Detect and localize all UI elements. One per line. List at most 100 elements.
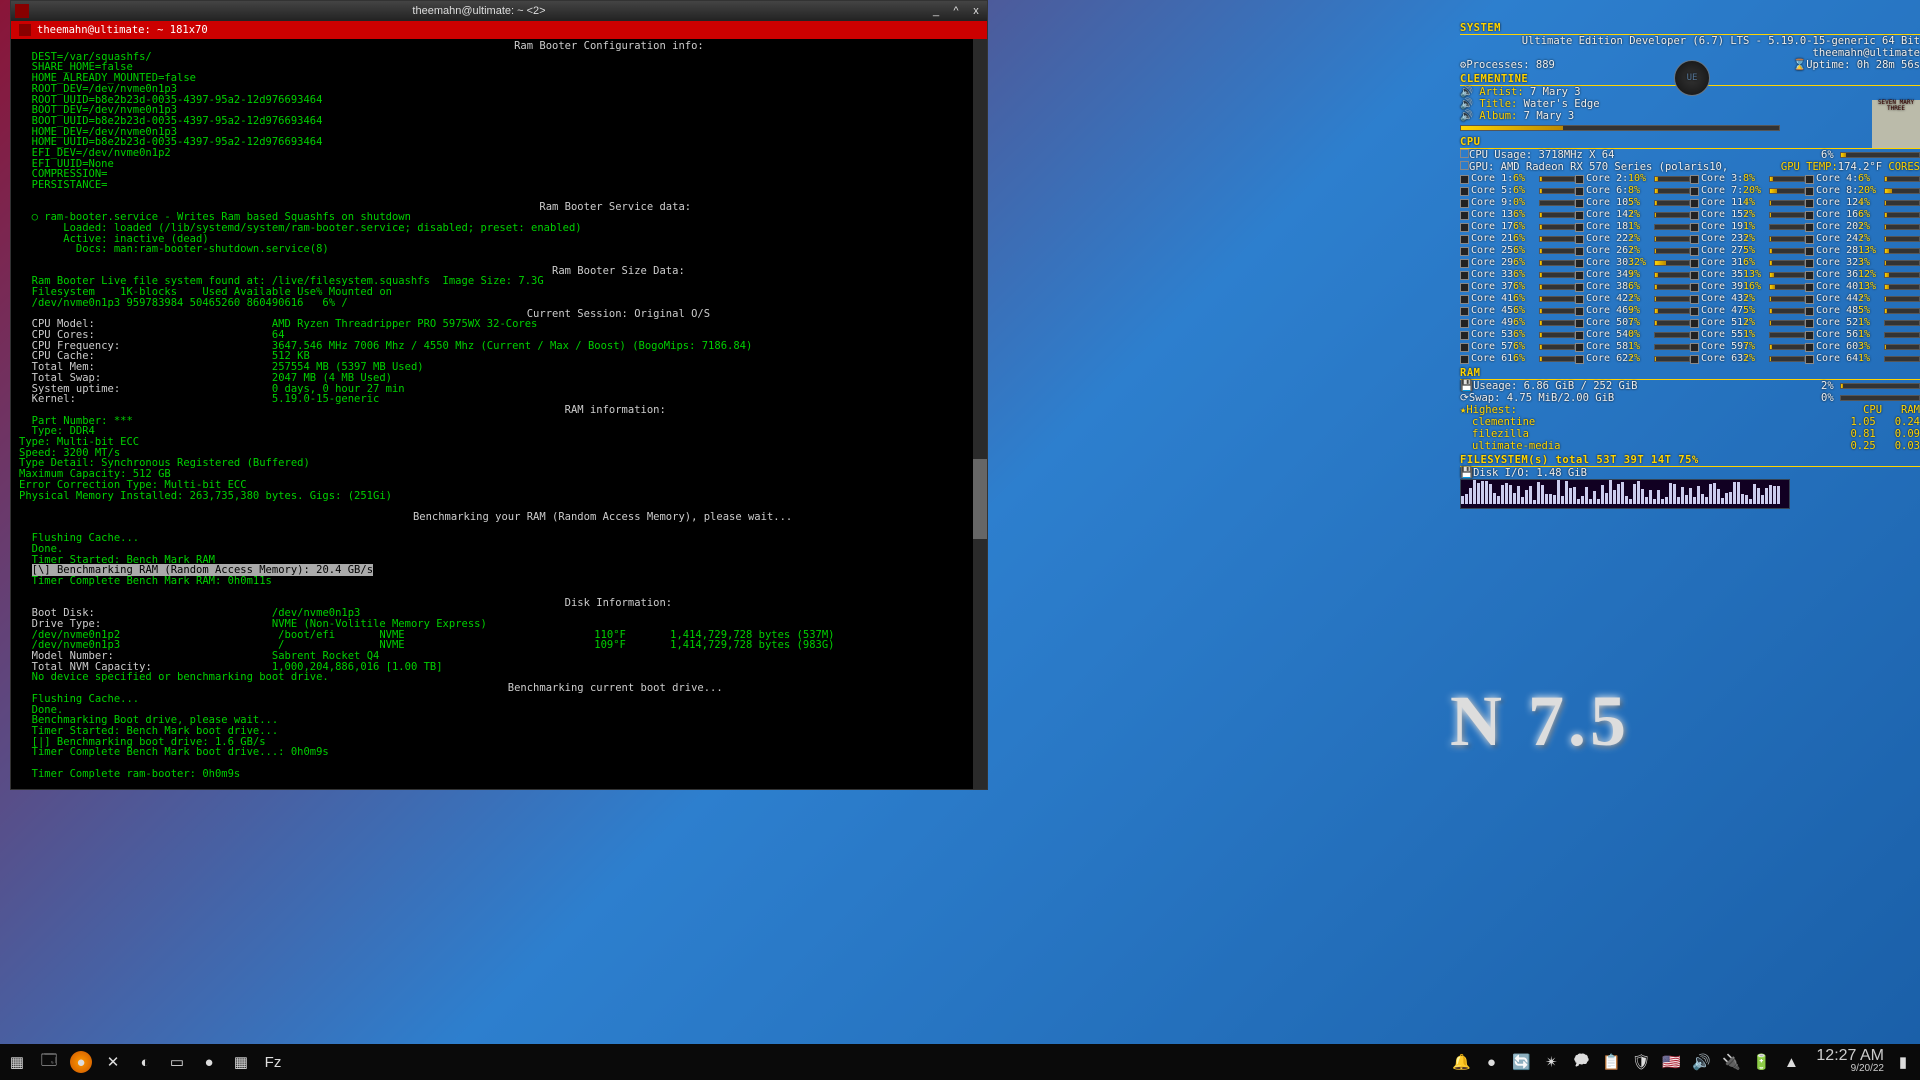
checkbox-icon[interactable] bbox=[1460, 319, 1469, 328]
checkbox-icon[interactable] bbox=[1805, 319, 1814, 328]
core-item: Core 58:1% bbox=[1575, 341, 1690, 353]
checkbox-icon[interactable] bbox=[1460, 307, 1469, 316]
checkbox-icon[interactable] bbox=[1690, 331, 1699, 340]
checkbox-icon[interactable] bbox=[1805, 223, 1814, 232]
power-icon[interactable]: 🔌 bbox=[1720, 1051, 1742, 1073]
checkbox-icon[interactable] bbox=[1690, 307, 1699, 316]
checkbox-icon[interactable] bbox=[1690, 319, 1699, 328]
volume-icon[interactable]: 🔊 bbox=[1690, 1051, 1712, 1073]
checkbox-icon[interactable] bbox=[1690, 223, 1699, 232]
checkbox-icon[interactable] bbox=[1805, 343, 1814, 352]
show-desktop-button[interactable]: ▮ bbox=[1892, 1051, 1914, 1073]
checkbox-icon[interactable] bbox=[1460, 187, 1469, 196]
checkbox-icon[interactable] bbox=[1460, 355, 1469, 364]
terminal-tab-bar[interactable]: theemahn@ultimate: ~ 181x70 bbox=[11, 21, 987, 39]
scrollbar-thumb[interactable] bbox=[973, 459, 987, 539]
checkbox-icon[interactable] bbox=[1805, 307, 1814, 316]
checkbox-icon[interactable] bbox=[1805, 283, 1814, 292]
checkbox-icon[interactable] bbox=[1690, 259, 1699, 268]
checkbox-icon[interactable] bbox=[1805, 175, 1814, 184]
filezilla-icon[interactable]: Fz bbox=[262, 1051, 284, 1073]
close-icon[interactable]: x bbox=[969, 5, 983, 17]
widget-icon[interactable]: ✴ bbox=[1540, 1051, 1562, 1073]
checkbox-icon[interactable] bbox=[1460, 161, 1469, 170]
checkbox-icon[interactable] bbox=[1575, 319, 1584, 328]
checkbox-icon[interactable] bbox=[1690, 235, 1699, 244]
checkbox-icon[interactable] bbox=[1690, 211, 1699, 220]
checkbox-icon[interactable] bbox=[1805, 247, 1814, 256]
terminal-scrollbar[interactable] bbox=[973, 39, 987, 789]
checkbox-icon[interactable] bbox=[1575, 283, 1584, 292]
clipboard-icon[interactable]: 📋 bbox=[1600, 1051, 1622, 1073]
checkbox-icon[interactable] bbox=[1575, 295, 1584, 304]
checkbox-icon[interactable] bbox=[1575, 259, 1584, 268]
show-desktop-icon[interactable]: ▲ bbox=[1780, 1051, 1802, 1073]
checkbox-icon[interactable] bbox=[1805, 331, 1814, 340]
checkbox-icon[interactable] bbox=[1460, 271, 1469, 280]
settings-icon[interactable]: ✕ bbox=[102, 1051, 124, 1073]
checkbox-icon[interactable] bbox=[1805, 355, 1814, 364]
checkbox-icon[interactable] bbox=[1575, 355, 1584, 364]
checkbox-icon[interactable] bbox=[1690, 187, 1699, 196]
core-item: Core 32:3% bbox=[1805, 257, 1920, 269]
clock[interactable]: 12:27 AM9/20/22 bbox=[1816, 1049, 1884, 1075]
checkbox-icon[interactable] bbox=[1575, 247, 1584, 256]
checkbox-icon[interactable] bbox=[1460, 211, 1469, 220]
terminal-output[interactable]: Ram Booter Configuration info: DEST=/var… bbox=[11, 39, 987, 789]
checkbox-icon[interactable] bbox=[1690, 247, 1699, 256]
checkbox-icon[interactable] bbox=[1575, 175, 1584, 184]
maximize-icon[interactable]: ^ bbox=[949, 5, 963, 17]
checkbox-icon[interactable] bbox=[1575, 343, 1584, 352]
checkbox-icon[interactable] bbox=[1575, 271, 1584, 280]
checkbox-icon[interactable] bbox=[1460, 331, 1469, 340]
chrome-icon[interactable]: ● bbox=[198, 1051, 220, 1073]
checkbox-icon[interactable] bbox=[1690, 283, 1699, 292]
shield-icon[interactable]: 🛡 bbox=[1630, 1051, 1652, 1073]
checkbox-icon[interactable] bbox=[1575, 235, 1584, 244]
checkbox-icon[interactable] bbox=[1805, 199, 1814, 208]
checkbox-icon[interactable] bbox=[1460, 259, 1469, 268]
checkbox-icon[interactable] bbox=[1460, 247, 1469, 256]
firefox-icon[interactable]: ◐ bbox=[134, 1051, 156, 1073]
checkbox-icon[interactable] bbox=[1690, 271, 1699, 280]
checkbox-icon[interactable] bbox=[1805, 271, 1814, 280]
terminal-icon[interactable]: ▦ bbox=[230, 1051, 252, 1073]
checkbox-icon[interactable] bbox=[1805, 211, 1814, 220]
checkbox-icon[interactable] bbox=[1460, 343, 1469, 352]
checkbox-icon[interactable] bbox=[1460, 175, 1469, 184]
checkbox-icon[interactable] bbox=[1805, 295, 1814, 304]
notifications-icon[interactable]: 🔔 bbox=[1450, 1051, 1472, 1073]
checkbox-icon[interactable] bbox=[1460, 199, 1469, 208]
chrome-tray-icon[interactable]: ● bbox=[1480, 1051, 1502, 1073]
checkbox-icon[interactable] bbox=[1460, 235, 1469, 244]
sync-icon[interactable]: 🔄 bbox=[1510, 1051, 1532, 1073]
checkbox-icon[interactable] bbox=[1690, 295, 1699, 304]
checkbox-icon[interactable] bbox=[1575, 199, 1584, 208]
checkbox-icon[interactable] bbox=[1575, 223, 1584, 232]
keyboard-layout-icon[interactable]: 🇺🇸 bbox=[1660, 1051, 1682, 1073]
checkbox-icon[interactable] bbox=[1575, 331, 1584, 340]
battery-icon[interactable]: 🔋 bbox=[1750, 1051, 1772, 1073]
checkbox-icon[interactable] bbox=[1460, 295, 1469, 304]
chat-icon[interactable]: 🗭 bbox=[1570, 1051, 1592, 1073]
file-manager-icon[interactable]: 🗔 bbox=[38, 1051, 60, 1073]
clementine-icon[interactable]: ● bbox=[70, 1051, 92, 1073]
checkbox-icon[interactable] bbox=[1805, 187, 1814, 196]
minimize-icon[interactable]: _ bbox=[929, 5, 943, 17]
checkbox-icon[interactable] bbox=[1575, 307, 1584, 316]
title-bar[interactable]: theemahn@ultimate: ~ <2> _ ^ x bbox=[11, 1, 987, 21]
checkbox-icon[interactable] bbox=[1805, 235, 1814, 244]
checkbox-icon[interactable] bbox=[1690, 343, 1699, 352]
window-icon[interactable]: ▭ bbox=[166, 1051, 188, 1073]
checkbox-icon[interactable] bbox=[1460, 149, 1469, 158]
checkbox-icon[interactable] bbox=[1805, 259, 1814, 268]
checkbox-icon[interactable] bbox=[1575, 187, 1584, 196]
checkbox-icon[interactable] bbox=[1575, 211, 1584, 220]
checkbox-icon[interactable] bbox=[1690, 355, 1699, 364]
taskbar-left: ▦ 🗔 ● ✕ ◐ ▭ ● ▦ Fz bbox=[6, 1051, 284, 1073]
start-menu-button[interactable]: ▦ bbox=[6, 1051, 28, 1073]
checkbox-icon[interactable] bbox=[1460, 223, 1469, 232]
checkbox-icon[interactable] bbox=[1690, 175, 1699, 184]
checkbox-icon[interactable] bbox=[1690, 199, 1699, 208]
checkbox-icon[interactable] bbox=[1460, 283, 1469, 292]
